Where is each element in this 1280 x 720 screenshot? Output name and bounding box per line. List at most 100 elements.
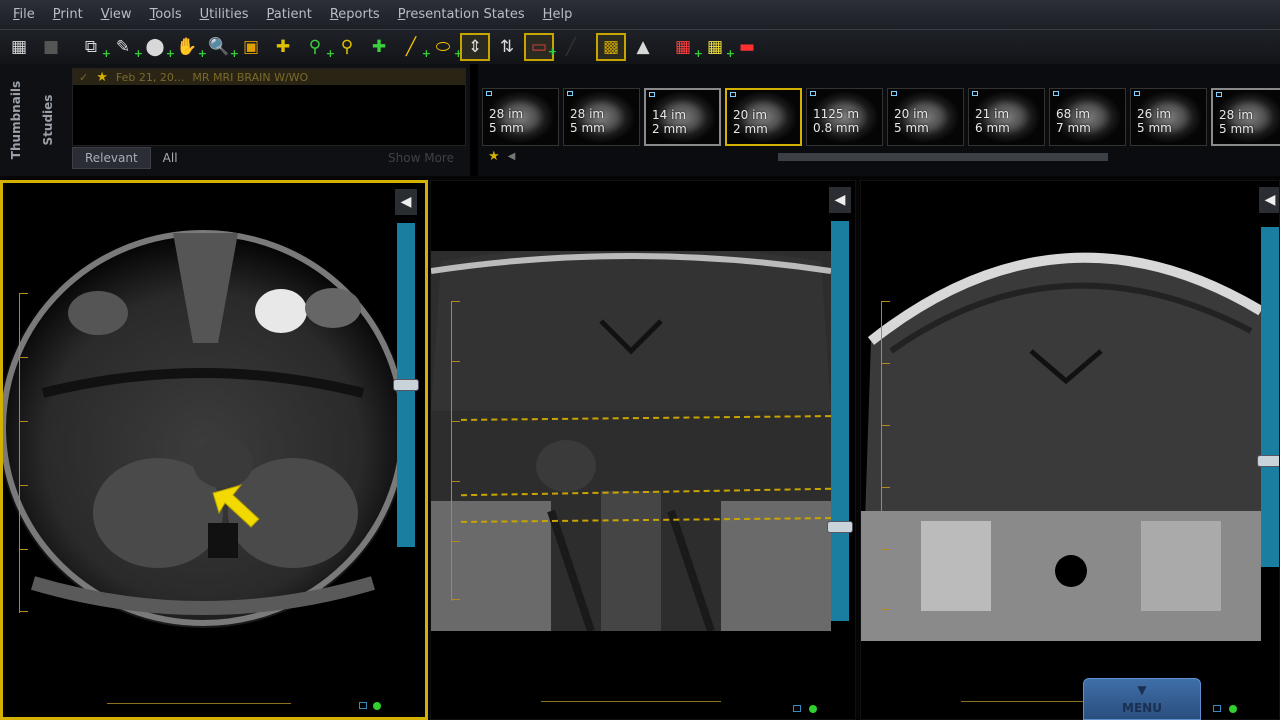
stack-sync-icon[interactable]: ⇕ [460,33,490,61]
collapse-arrow-icon[interactable]: ◀ [395,189,417,215]
menu-tab-label: MENU [1122,701,1162,715]
series-thumbnail[interactable]: 28 im 5 mm [563,88,640,146]
series-thumbnail[interactable]: 1125 m 0.8 mm [806,88,883,146]
slice-scroll-knob[interactable] [1257,455,1279,467]
probe-icon[interactable]: ⚲ [332,33,362,61]
menu-patient[interactable]: Patient [258,0,321,30]
thumbnail-info: 21 im 6 mm [975,107,1010,135]
status-dot-icon [373,702,381,710]
yellow-arrow-annotation[interactable] [211,483,271,533]
thumbnail-image-count: 28 im [489,107,524,121]
series-thumbnail[interactable]: 14 im 2 mm [644,88,721,146]
series-thumbnail[interactable]: 20 im 2 mm [725,88,802,146]
filter-relevant[interactable]: Relevant [72,147,151,169]
thumbnail-slice-thickness: 5 mm [489,121,524,135]
slice-scroll-knob[interactable] [393,379,419,391]
menu-presentation-states[interactable]: Presentation States [389,0,534,30]
series-thumbnail[interactable]: 68 im 7 mm [1049,88,1126,146]
line-tool-icon[interactable]: ╱ + [396,33,431,61]
magnify-icon[interactable]: 🔍 + [204,33,239,61]
menu-help[interactable]: Help [534,0,582,30]
menu-tools[interactable]: Tools [141,0,191,30]
star-icon[interactable]: ★ [488,149,500,164]
blank-icon[interactable]: ■ [36,33,66,61]
study-row[interactable]: ✓ ★ Feb 21, 20... MR MRI BRAIN W/WO [73,69,465,85]
window-level-icon[interactable]: ▬ [732,33,762,61]
filter-all[interactable]: All [151,148,190,168]
crosshair-icon[interactable]: ✚ [268,33,298,61]
slice-scrollbar[interactable] [827,221,853,621]
study-filters: Relevant All Show More [72,146,466,170]
vertical-scale-ruler [19,293,28,613]
invert-icon[interactable]: ▩ [596,33,626,61]
status-dot-icon [1229,705,1237,713]
thumbnail-marker-icon [891,91,897,96]
add-annotation-icon[interactable]: ✚ [364,33,394,61]
layers-icon[interactable]: ⧉ + [76,33,111,61]
coronal-mri-image [861,221,1261,641]
viewport-coronal-right[interactable]: ◀ [860,180,1280,720]
thumbnail-marker-icon [486,91,492,96]
series-thumbnail[interactable]: 26 im 5 mm [1130,88,1207,146]
slice-scrollbar[interactable] [393,223,419,547]
thumbnail-image-count: 20 im [733,108,768,122]
horizontal-scale-ruler [107,703,291,711]
scroll-sync-icon[interactable]: ⇅ [492,33,522,61]
study-date: Feb 21, 20... [115,70,185,84]
viewport-coronal-middle[interactable]: ◀ [430,180,856,720]
thumbnail-scroll-handle[interactable] [778,153,1108,161]
thumbnail-image-count: 26 im [1137,107,1172,121]
pan-hand-icon[interactable]: ✋ + [172,33,207,61]
star-icon[interactable]: ★ [96,70,108,85]
viewport-axial[interactable]: ◀ [0,180,428,720]
thumbnail-image-count: 28 im [570,107,605,121]
tab-thumbnails[interactable]: Thumbnails [2,68,30,172]
tab-thumbnails-label: Thumbnails [9,80,23,160]
cine-icon[interactable]: ▲ [628,33,658,61]
menu-utilities[interactable]: Utilities [191,0,258,30]
thumbnail-marker-icon [730,92,736,97]
thumbnail-marker-icon [1053,91,1059,96]
thumbnail-marker-icon [810,91,816,96]
menu-view[interactable]: View [92,0,141,30]
menu-file[interactable]: File [4,0,44,30]
series-thumbnail[interactable]: 28 im 5 mm [482,88,559,146]
thumbnail-slice-thickness: 2 mm [652,122,687,136]
thumbnail-info: 28 im 5 mm [570,107,605,135]
oval-tool-icon[interactable]: ⬭ + [428,33,463,61]
series-thumbnail[interactable]: 28 im 5 mm [1211,88,1280,146]
collapse-arrow-icon[interactable]: ◀ [1259,187,1279,213]
thumbnail-slice-thickness: 5 mm [1219,122,1254,136]
toolbar: ▦ ■ ⧉ + ✎ + ⬤ + ✋ + 🔍 + ▣ ✚ ⚲ + ⚲ ✚ ╱ + ⬭ + ⇕ ⇅ … [0,30,1280,64]
thumbnail-scrollbar[interactable]: ★ ◀ [488,149,1278,164]
menu-tab-button[interactable]: ▼ MENU [1083,678,1201,720]
thumbnail-image-count: 1125 m [813,107,860,121]
pin-icon[interactable]: ⚲ + [300,33,335,61]
thumbnail-slice-thickness: 2 mm [733,122,768,136]
measure-icon[interactable]: ✎ + [108,33,143,61]
tab-studies[interactable]: Studies [34,68,62,172]
reset-icon[interactable]: ╱ [556,33,586,61]
menu-print[interactable]: Print [44,0,92,30]
coronal-mri-image [431,251,831,631]
menu-reports[interactable]: Reports [321,0,389,30]
layout-tile-icon[interactable]: ▦ + [700,33,735,61]
tab-studies-label: Studies [41,94,55,146]
show-more-button[interactable]: Show More [376,148,466,168]
axial-mri-image [3,228,403,628]
slice-scrollbar[interactable] [1257,227,1279,567]
scroll-left-icon[interactable]: ◀ [508,151,516,162]
series-thumbnail[interactable]: 21 im 6 mm [968,88,1045,146]
status-square-icon [1213,705,1221,712]
collapse-arrow-icon[interactable]: ◀ [829,187,851,213]
slice-scroll-knob[interactable] [827,521,853,533]
flip-icon[interactable]: ▭ + [524,33,557,61]
crop-icon[interactable]: ▣ [236,33,266,61]
ellipse-roi-icon[interactable]: ⬤ + [140,33,175,61]
checkbox-icon[interactable]: ✓ [79,71,88,84]
series-thumbnail[interactable]: 20 im 5 mm [887,88,964,146]
vertical-scale-ruler [881,301,890,611]
layout-grid-icon[interactable]: ▦ + [668,33,703,61]
zoom-fit-icon[interactable]: ▦ [4,33,34,61]
thumbnail-info: 20 im 5 mm [894,107,929,135]
